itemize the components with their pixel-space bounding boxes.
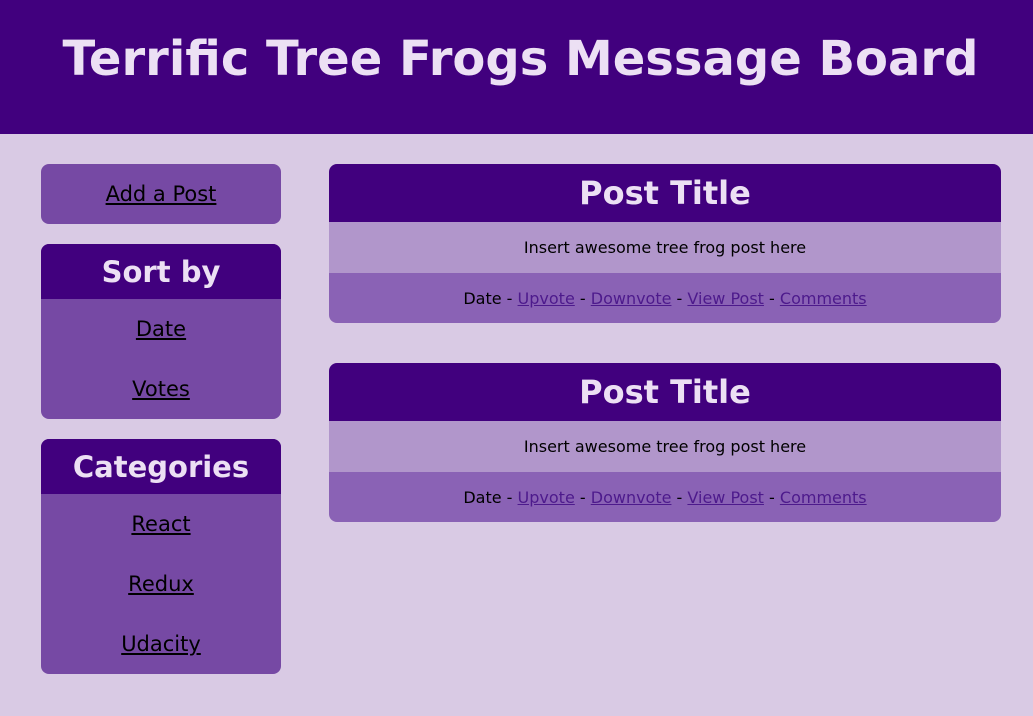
sort-heading: Sort by: [41, 244, 281, 299]
comments-link[interactable]: Comments: [780, 488, 867, 507]
view-post-link[interactable]: View Post: [687, 289, 764, 308]
upvote-link[interactable]: Upvote: [518, 289, 575, 308]
post-title: Post Title: [329, 164, 1001, 222]
separator: -: [671, 289, 688, 308]
category-udacity-link[interactable]: Udacity: [41, 614, 281, 674]
post-date: Date: [463, 289, 502, 308]
separator: -: [501, 488, 518, 507]
comments-link[interactable]: Comments: [780, 289, 867, 308]
categories-heading: Categories: [41, 439, 281, 494]
sort-box: Sort by Date Votes: [41, 244, 281, 419]
downvote-link[interactable]: Downvote: [591, 289, 672, 308]
post-card: Post Title Insert awesome tree frog post…: [329, 363, 1001, 522]
separator: -: [763, 289, 780, 308]
separator: -: [501, 289, 518, 308]
post-card: Post Title Insert awesome tree frog post…: [329, 164, 1001, 323]
category-redux-link[interactable]: Redux: [41, 554, 281, 614]
post-body: Insert awesome tree frog post here: [329, 222, 1001, 273]
page-title: Terrific Tree Frogs Message Board: [62, 31, 979, 87]
post-body: Insert awesome tree frog post here: [329, 421, 1001, 472]
sort-by-date-link[interactable]: Date: [41, 299, 281, 359]
add-post-link[interactable]: Add a Post: [41, 164, 281, 224]
post-title: Post Title: [329, 363, 1001, 421]
separator: -: [763, 488, 780, 507]
upvote-link[interactable]: Upvote: [518, 488, 575, 507]
post-footer: Date - Upvote - Downvote - View Post - C…: [329, 273, 1001, 323]
sort-by-votes-link[interactable]: Votes: [41, 359, 281, 419]
categories-box: Categories React Redux Udacity: [41, 439, 281, 674]
post-footer: Date - Upvote - Downvote - View Post - C…: [329, 472, 1001, 522]
post-date: Date: [463, 488, 502, 507]
downvote-link[interactable]: Downvote: [591, 488, 672, 507]
view-post-link[interactable]: View Post: [687, 488, 764, 507]
site-header: Terrific Tree Frogs Message Board: [0, 0, 1033, 134]
separator: -: [671, 488, 688, 507]
category-react-link[interactable]: React: [41, 494, 281, 554]
add-post-box: Add a Post: [41, 164, 281, 224]
separator: -: [574, 488, 591, 507]
separator: -: [574, 289, 591, 308]
